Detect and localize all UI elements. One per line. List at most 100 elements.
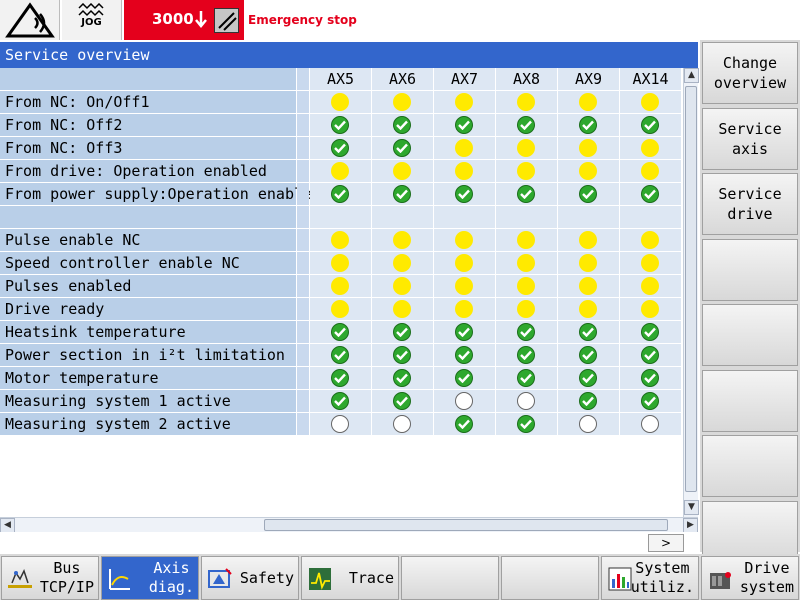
status-warning-icon	[579, 254, 597, 272]
table-row[interactable]: From NC: On/Off1	[0, 91, 683, 114]
status-cell	[620, 252, 681, 274]
row-label: Pulses enabled	[0, 275, 296, 297]
row-label: Heatsink temperature	[0, 321, 296, 343]
status-cell	[496, 252, 557, 274]
vertical-scrollbar[interactable]: ▲ ▼	[683, 68, 699, 517]
table-row[interactable]: From power supply:Operation enabled	[0, 183, 683, 206]
status-ok-icon	[517, 116, 535, 134]
drive-system-icon	[706, 565, 734, 593]
status-warning-icon	[579, 139, 597, 157]
softkey-change-overview[interactable]: Change overview	[702, 42, 798, 104]
softkey-empty-4[interactable]	[702, 238, 798, 301]
status-table: AX5 AX6 AX7 AX8 AX9 AX14 From NC: On/Off1 From …	[0, 68, 683, 440]
horizontal-scroll-thumb[interactable]	[264, 519, 668, 531]
table-row[interactable]: Motor temperature	[0, 367, 683, 390]
next-page-button[interactable]: >	[648, 534, 684, 552]
status-warning-icon	[455, 277, 473, 295]
status-ok-icon	[393, 392, 411, 410]
status-cell	[496, 298, 557, 320]
row-gap	[297, 252, 309, 274]
status-ok-icon	[455, 415, 473, 433]
row-gap	[297, 160, 309, 182]
table-row[interactable]: Drive ready	[0, 298, 683, 321]
row-label: From NC: On/Off1	[0, 91, 296, 113]
scroll-right-button[interactable]: ▶	[683, 518, 698, 533]
table-row[interactable]: Speed controller enable NC	[0, 252, 683, 275]
softkey-safety[interactable]: Safety	[201, 556, 299, 600]
operating-area-logo[interactable]	[0, 0, 60, 40]
softkey-empty-5[interactable]	[702, 304, 798, 366]
status-warning-icon	[517, 162, 535, 180]
scroll-left-button[interactable]: ◀	[0, 518, 15, 533]
row-gap	[297, 413, 309, 435]
softkey-trace[interactable]: Trace	[301, 556, 399, 600]
table-row[interactable]: Measuring system 2 active	[0, 413, 683, 436]
status-ok-icon	[393, 139, 411, 157]
softkey-service-drive[interactable]: Service drive	[702, 173, 798, 235]
softkey-empty-6[interactable]	[702, 369, 798, 432]
status-cell	[496, 367, 557, 389]
table-row[interactable]: Power section in i²t limitation	[0, 344, 683, 367]
status-ok-icon	[455, 346, 473, 364]
status-ok-icon	[455, 116, 473, 134]
status-cell	[372, 321, 433, 343]
softkey-label: System utiliz.	[630, 559, 694, 596]
status-cell	[558, 137, 619, 159]
table-row[interactable]: From drive: Operation enabled	[0, 160, 683, 183]
table-row[interactable]: Pulse enable NC	[0, 229, 683, 252]
axis-header-ax9[interactable]: AX9	[558, 68, 619, 90]
axis-header-ax14[interactable]: AX14	[620, 68, 681, 90]
scroll-down-button[interactable]: ▼	[684, 500, 699, 515]
status-cell	[310, 252, 371, 274]
row-gap	[297, 367, 309, 389]
axis-header-ax5[interactable]: AX5	[310, 68, 371, 90]
trace-icon	[306, 565, 334, 593]
softkey-axis-diag[interactable]: Axis diag.	[101, 556, 199, 600]
status-cell	[620, 160, 681, 182]
status-cell	[620, 367, 681, 389]
table-row[interactable]: From NC: Off3	[0, 137, 683, 160]
alarm-acknowledge-icon[interactable]	[214, 8, 239, 33]
vertical-scroll-thumb[interactable]	[685, 86, 697, 492]
axis-header-ax7[interactable]: AX7	[434, 68, 495, 90]
softkey-service-axis[interactable]: Service axis	[702, 107, 798, 170]
row-label: From power supply:Operation enabled	[0, 183, 321, 205]
softkey-bus-tcpip[interactable]: Bus TCP/IP	[1, 556, 99, 600]
header-bar: JOG 3000 Emergency stop	[0, 0, 800, 40]
softkey-drive-system[interactable]: Drive system	[701, 556, 799, 600]
status-cell	[372, 298, 433, 320]
axis-header-ax6[interactable]: AX6	[372, 68, 433, 90]
table-row[interactable]: Heatsink temperature	[0, 321, 683, 344]
status-ok-icon	[579, 323, 597, 341]
status-ok-icon	[579, 185, 597, 203]
status-cell	[310, 390, 371, 412]
row-label: From NC: Off3	[0, 137, 296, 159]
table-row[interactable]: Pulses enabled	[0, 275, 683, 298]
softkey-label: Drive system	[739, 559, 794, 596]
status-cell	[434, 137, 495, 159]
softkey-empty-bottom-5[interactable]	[401, 556, 499, 600]
status-cell	[558, 344, 619, 366]
table-row[interactable]	[0, 206, 683, 229]
mode-indicator[interactable]: JOG	[62, 0, 122, 40]
status-warning-icon	[331, 300, 349, 318]
axis-header-ax8[interactable]: AX8	[496, 68, 557, 90]
table-row[interactable]: From NC: Off2	[0, 114, 683, 137]
status-cell	[558, 229, 619, 251]
status-warning-icon	[331, 254, 349, 272]
row-gap	[297, 91, 309, 113]
softkey-system-utiliz[interactable]: System utiliz.	[601, 556, 699, 600]
status-ok-icon	[331, 369, 349, 387]
alarm-indicator[interactable]: 3000	[124, 0, 244, 40]
horizontal-softkey-bar: Bus TCP/IP Axis diag. Safety Trace System ut…	[0, 554, 800, 600]
status-ok-icon	[455, 369, 473, 387]
scroll-up-button[interactable]: ▲	[684, 68, 699, 83]
status-warning-icon	[579, 231, 597, 249]
softkey-empty-bottom-6[interactable]	[501, 556, 599, 600]
status-cell	[620, 91, 681, 113]
softkey-empty-7[interactable]	[702, 435, 798, 497]
status-warning-icon	[517, 300, 535, 318]
table-row[interactable]: Measuring system 1 active	[0, 390, 683, 413]
horizontal-scrollbar[interactable]: ◀ ▶	[0, 517, 698, 533]
row-label: Measuring system 1 active	[0, 390, 296, 412]
